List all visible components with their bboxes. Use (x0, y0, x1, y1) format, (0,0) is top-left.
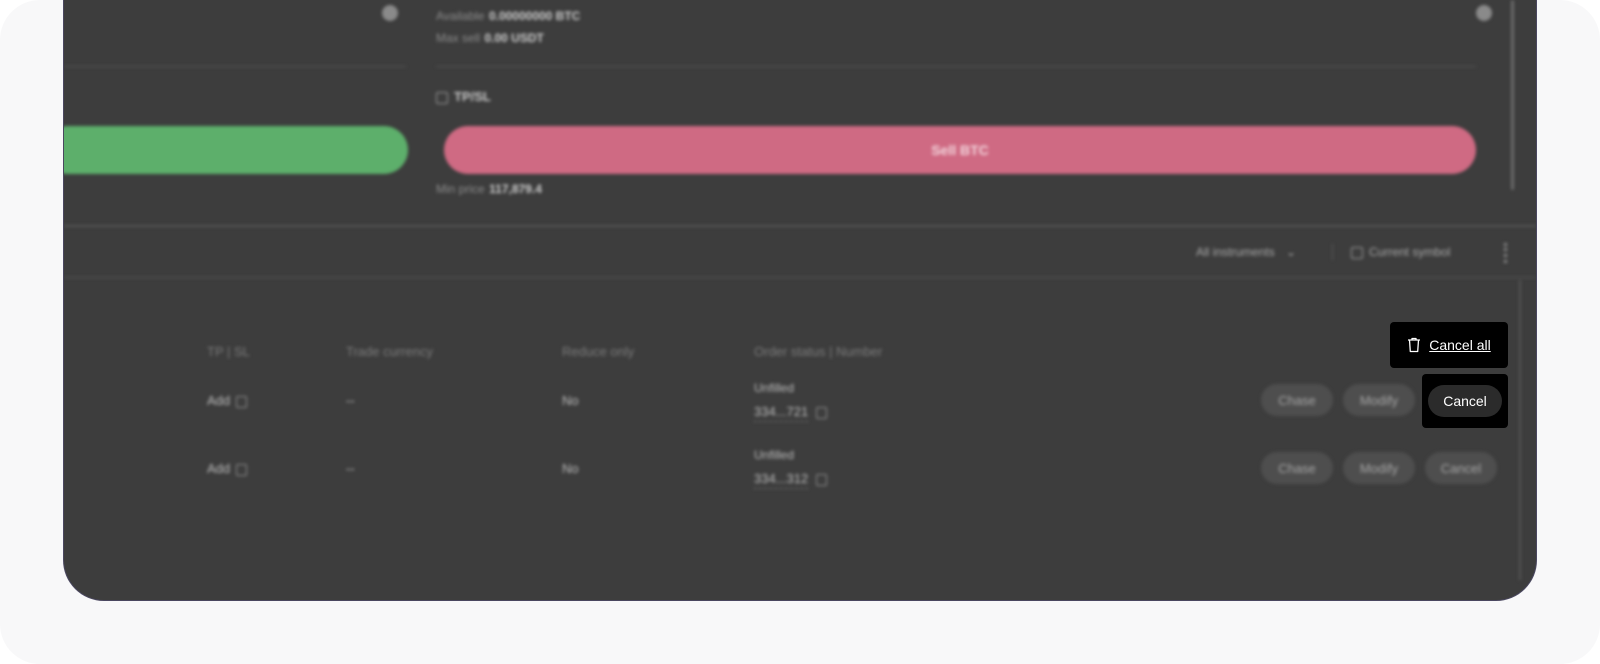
chase-button[interactable]: Chase (1261, 452, 1333, 484)
info-icon[interactable] (1476, 5, 1492, 21)
trade-currency: -- (346, 461, 355, 476)
edit-icon (236, 463, 248, 476)
order-number-value: 334...312 (754, 471, 809, 489)
modify-button[interactable]: Modify (1343, 384, 1415, 416)
available-label: Available (436, 9, 485, 23)
add-tpsl-label: Add (207, 393, 231, 408)
order-status: Unfilled (754, 448, 795, 462)
page-background: Available 0.00000000 BTC Max sell 0.00 U… (0, 0, 1600, 664)
min-price-value: 117,879.4 (489, 182, 542, 196)
copy-icon[interactable] (816, 473, 828, 486)
tpsl-checkbox[interactable] (436, 91, 448, 104)
order-status: Unfilled (754, 381, 795, 395)
column-header-reduce-only: Reduce only (562, 344, 635, 359)
cancel-button[interactable]: Cancel (1425, 452, 1497, 484)
divider (1332, 244, 1333, 260)
max-sell-line: Max sell 0.00 USDT (436, 29, 544, 47)
max-sell-label: Max sell (436, 31, 481, 45)
divider (64, 277, 1536, 278)
trading-screen: Available 0.00000000 BTC Max sell 0.00 U… (64, 0, 1536, 600)
copy-icon[interactable] (816, 406, 828, 419)
trade-currency: -- (346, 393, 355, 408)
cancel-all-button[interactable]: Cancel all (1390, 322, 1508, 368)
cancel-all-label: Cancel all (1429, 337, 1491, 353)
tpsl-label: TP/SL (454, 89, 491, 104)
min-price-line: Min price 117,879.4 (436, 180, 542, 198)
chevron-down-icon: ⌄ (1286, 245, 1297, 259)
column-header-tpsl: TP | SL (207, 344, 250, 359)
instruments-label: All instruments (1196, 245, 1275, 259)
order-number: 334...721 (754, 404, 828, 422)
min-price-label: Min price (436, 182, 485, 196)
blurred-content: Available 0.00000000 BTC Max sell 0.00 U… (64, 0, 1536, 600)
divider (64, 225, 1536, 227)
scrollbar[interactable] (1511, 0, 1514, 190)
column-header-trade-currency: Trade currency (346, 344, 433, 359)
more-icon[interactable] (1504, 243, 1507, 263)
order-number-value: 334...721 (754, 404, 809, 422)
add-tpsl-button[interactable]: Add (207, 461, 248, 476)
order-number: 334...312 (754, 471, 828, 489)
sell-button[interactable]: Sell BTC (444, 126, 1476, 174)
column-header-order-status: Order status | Number (754, 344, 883, 359)
divider (64, 66, 406, 67)
current-symbol-checkbox[interactable] (1351, 246, 1363, 259)
cancel-order-highlight: Cancel (1422, 374, 1508, 428)
tpsl-toggle[interactable]: TP/SL (436, 89, 491, 104)
info-icon[interactable] (382, 5, 398, 21)
cancel-button[interactable]: Cancel (1428, 385, 1502, 417)
chase-button[interactable]: Chase (1261, 384, 1333, 416)
edit-icon (236, 395, 248, 408)
add-tpsl-button[interactable]: Add (207, 393, 248, 408)
add-tpsl-label: Add (207, 461, 231, 476)
reduce-only: No (562, 393, 579, 408)
scrollbar[interactable] (1519, 280, 1521, 580)
current-symbol-filter[interactable]: Current symbol (1351, 245, 1450, 259)
available-value: 0.00000000 BTC (488, 9, 581, 23)
available-line: Available 0.00000000 BTC (436, 7, 580, 25)
instruments-filter[interactable]: All instruments ⌄ (1196, 245, 1296, 259)
modify-button[interactable]: Modify (1343, 452, 1415, 484)
trash-icon (1408, 337, 1421, 353)
divider (436, 66, 1476, 67)
max-sell-value: 0.00 USDT (484, 31, 544, 45)
reduce-only: No (562, 461, 579, 476)
buy-button[interactable] (64, 126, 408, 174)
current-symbol-label: Current symbol (1369, 245, 1451, 259)
